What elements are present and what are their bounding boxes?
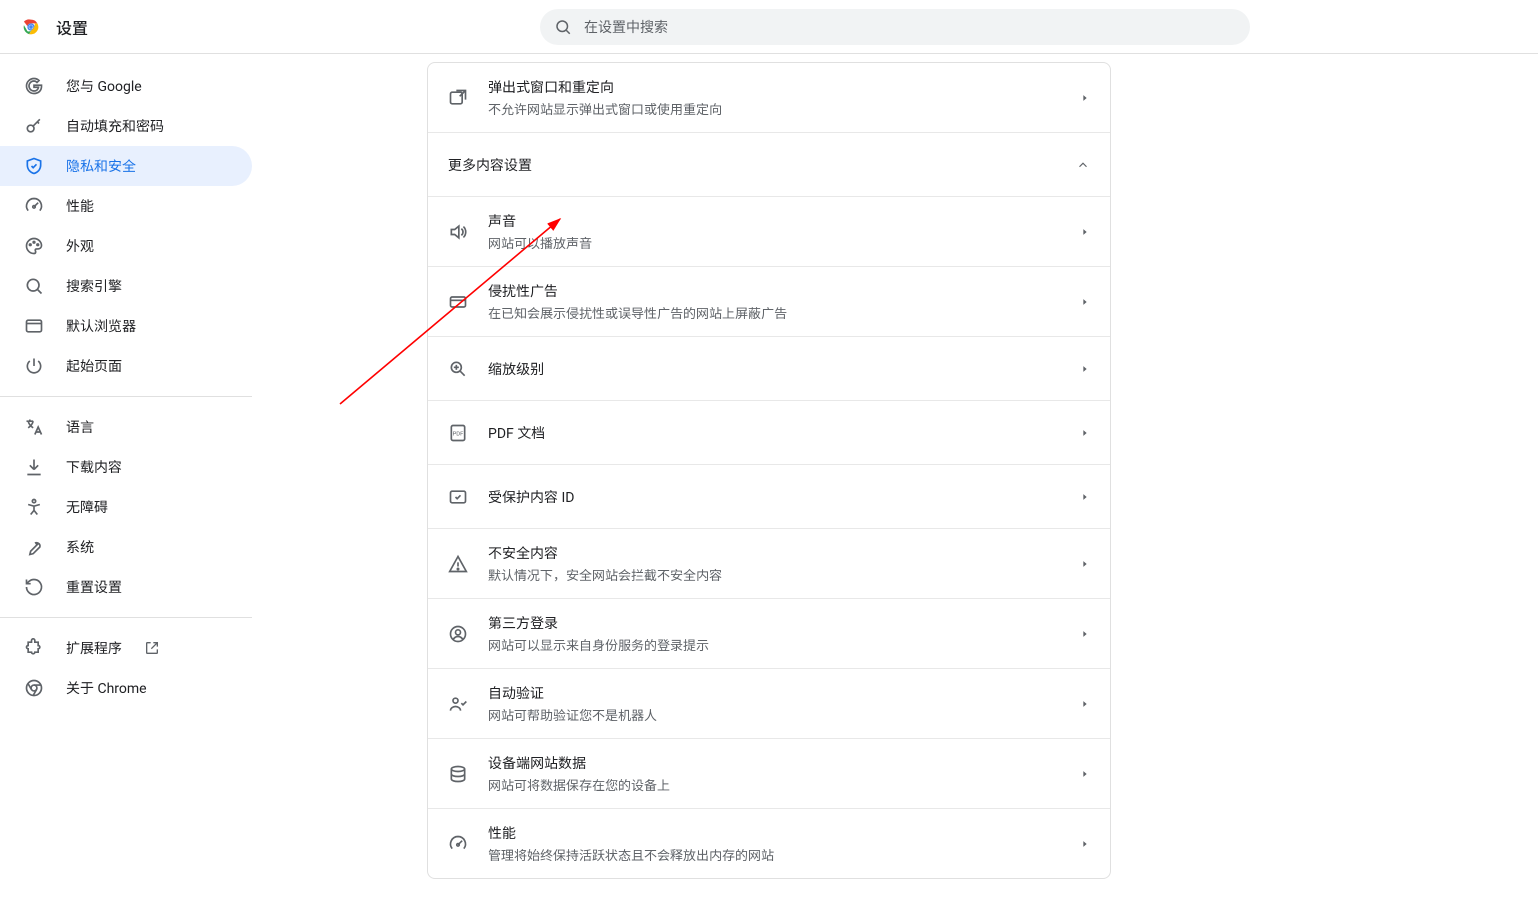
protected-content-icon — [448, 487, 468, 507]
chevron-right-icon — [1080, 769, 1090, 779]
row-title: 自动验证 — [488, 683, 1080, 703]
row-subtitle: 管理将始终保持活跃状态且不会释放出内存的网站 — [488, 845, 1080, 864]
brand-block: 设置 — [0, 15, 540, 39]
row-title: 侵扰性广告 — [488, 281, 1080, 301]
row-subtitle: 不允许网站显示弹出式窗口或使用重定向 — [488, 99, 1080, 118]
row-subtitle: 网站可帮助验证您不是机器人 — [488, 705, 1080, 724]
account-icon — [448, 624, 468, 644]
row-title: 弹出式窗口和重定向 — [488, 77, 1080, 97]
row-sound[interactable]: 声音 网站可以播放声音 — [428, 196, 1110, 266]
chevron-right-icon — [1080, 699, 1090, 709]
row-zoom-levels[interactable]: 缩放级别 — [428, 336, 1110, 400]
row-third-party-signin[interactable]: 第三方登录 网站可以显示来自身份服务的登录提示 — [428, 598, 1110, 668]
row-pdf-documents[interactable]: PDF PDF 文档 — [428, 400, 1110, 464]
main-content: 弹出式窗口和重定向 不允许网站显示弹出式窗口或使用重定向 更多内容设置 — [0, 54, 1538, 900]
svg-text:PDF: PDF — [453, 431, 465, 437]
row-subtitle: 网站可将数据保存在您的设备上 — [488, 775, 1080, 794]
chrome-logo-icon — [20, 16, 42, 38]
chevron-right-icon — [1080, 364, 1090, 374]
chevron-right-icon — [1080, 297, 1090, 307]
row-title: 第三方登录 — [488, 613, 1080, 633]
row-subtitle: 网站可以显示来自身份服务的登录提示 — [488, 635, 1080, 654]
header-title: 设置 — [56, 15, 88, 39]
row-auto-verify[interactable]: 自动验证 网站可帮助验证您不是机器人 — [428, 668, 1110, 738]
chevron-right-icon — [1080, 227, 1090, 237]
row-title: 受保护内容 ID — [488, 487, 1080, 507]
chevron-right-icon — [1080, 428, 1090, 438]
section-title: 更多内容设置 — [448, 155, 1076, 175]
row-subtitle: 网站可以播放声音 — [488, 233, 1080, 252]
row-subtitle: 在已知会展示侵扰性或误导性广告的网站上屏蔽广告 — [488, 303, 1080, 322]
gauge-icon — [448, 834, 468, 854]
warning-icon — [448, 554, 468, 574]
chevron-right-icon — [1080, 839, 1090, 849]
pdf-icon: PDF — [448, 423, 468, 443]
chevron-up-icon — [1076, 158, 1090, 172]
chevron-right-icon — [1080, 492, 1090, 502]
row-title: 设备端网站数据 — [488, 753, 1080, 773]
popup-icon — [448, 88, 468, 108]
row-device-site-data[interactable]: 设备端网站数据 网站可将数据保存在您的设备上 — [428, 738, 1110, 808]
row-title: 不安全内容 — [488, 543, 1080, 563]
row-title: 性能 — [488, 823, 1080, 843]
row-insecure-content[interactable]: 不安全内容 默认情况下，安全网站会拦截不安全内容 — [428, 528, 1110, 598]
row-title: 声音 — [488, 211, 1080, 231]
row-intrusive-ads[interactable]: 侵扰性广告 在已知会展示侵扰性或误导性广告的网站上屏蔽广告 — [428, 266, 1110, 336]
search-input[interactable] — [582, 18, 1236, 36]
row-subtitle: 默认情况下，安全网站会拦截不安全内容 — [488, 565, 1080, 584]
chevron-right-icon — [1080, 559, 1090, 569]
chevron-right-icon — [1080, 629, 1090, 639]
ads-icon — [448, 292, 468, 312]
row-popups-redirects[interactable]: 弹出式窗口和重定向 不允许网站显示弹出式窗口或使用重定向 — [428, 63, 1110, 132]
row-performance[interactable]: 性能 管理将始终保持活跃状态且不会释放出内存的网站 — [428, 808, 1110, 878]
chevron-right-icon — [1080, 93, 1090, 103]
row-title: PDF 文档 — [488, 423, 1080, 443]
search-icon — [554, 18, 572, 36]
settings-panel: 弹出式窗口和重定向 不允许网站显示弹出式窗口或使用重定向 更多内容设置 — [427, 54, 1111, 900]
auto-verify-icon — [448, 694, 468, 714]
database-icon — [448, 764, 468, 784]
zoom-icon — [448, 359, 468, 379]
row-protected-content-id[interactable]: 受保护内容 ID — [428, 464, 1110, 528]
row-title: 缩放级别 — [488, 359, 1080, 379]
settings-card: 弹出式窗口和重定向 不允许网站显示弹出式窗口或使用重定向 更多内容设置 — [427, 62, 1111, 879]
sound-icon — [448, 222, 468, 242]
app-header: 设置 — [0, 0, 1538, 54]
search-bar[interactable] — [540, 9, 1250, 45]
more-content-settings-header[interactable]: 更多内容设置 — [428, 132, 1110, 196]
